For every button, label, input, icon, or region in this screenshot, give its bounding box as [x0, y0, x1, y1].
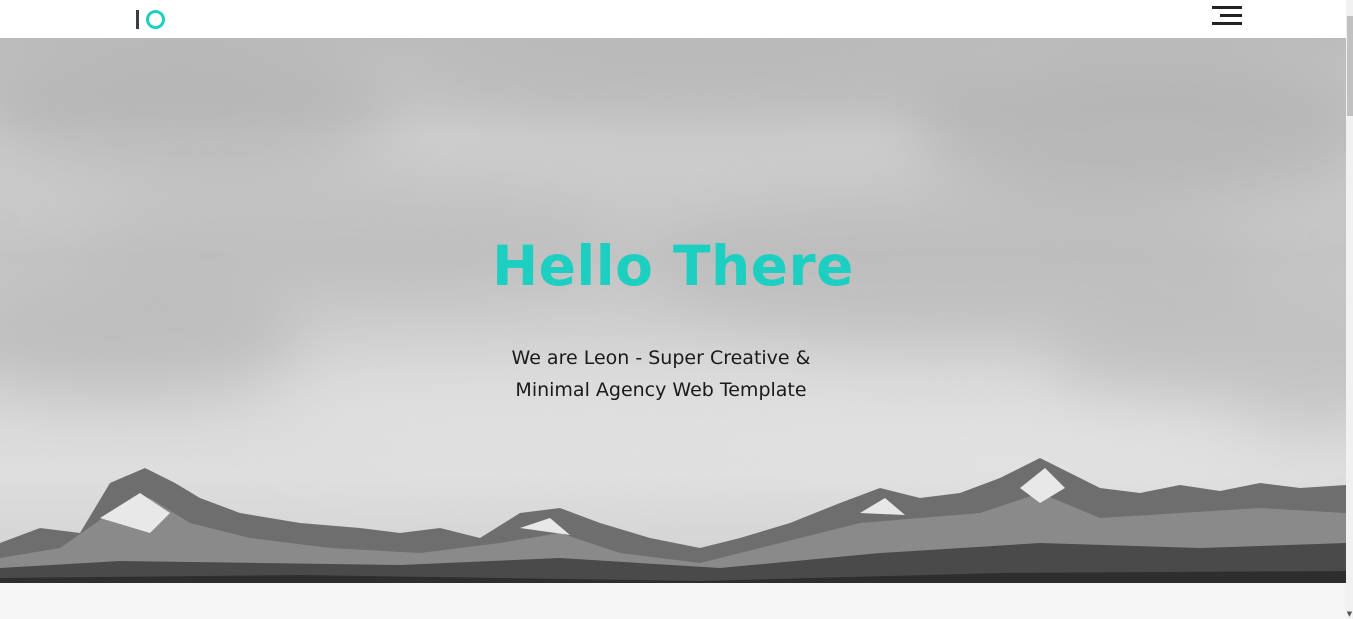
hero-subtitle: We are Leon - Super Creative & Minimal A… [511, 347, 811, 401]
mountain-range [0, 458, 1346, 583]
menu-line-bottom [1212, 22, 1242, 25]
page: Hello There We are Leon - Super Creative… [0, 0, 1346, 619]
scroll-thumb[interactable] [1347, 16, 1353, 116]
logo-bar [136, 9, 139, 29]
hero-section: Hello There We are Leon - Super Creative… [0, 38, 1346, 583]
hero-title: Hello There [492, 234, 854, 298]
site-header [0, 0, 1346, 38]
menu-line-top [1212, 6, 1242, 9]
logo-icon[interactable] [136, 8, 170, 30]
logo-ring [146, 9, 165, 29]
next-section [0, 583, 1346, 619]
scroll-down-arrow-icon[interactable]: ▼ [1346, 609, 1353, 619]
menu-line-middle [1220, 14, 1242, 17]
hamburger-menu-icon[interactable] [1210, 4, 1244, 30]
vertical-scrollbar[interactable]: ▼ [1346, 0, 1353, 619]
